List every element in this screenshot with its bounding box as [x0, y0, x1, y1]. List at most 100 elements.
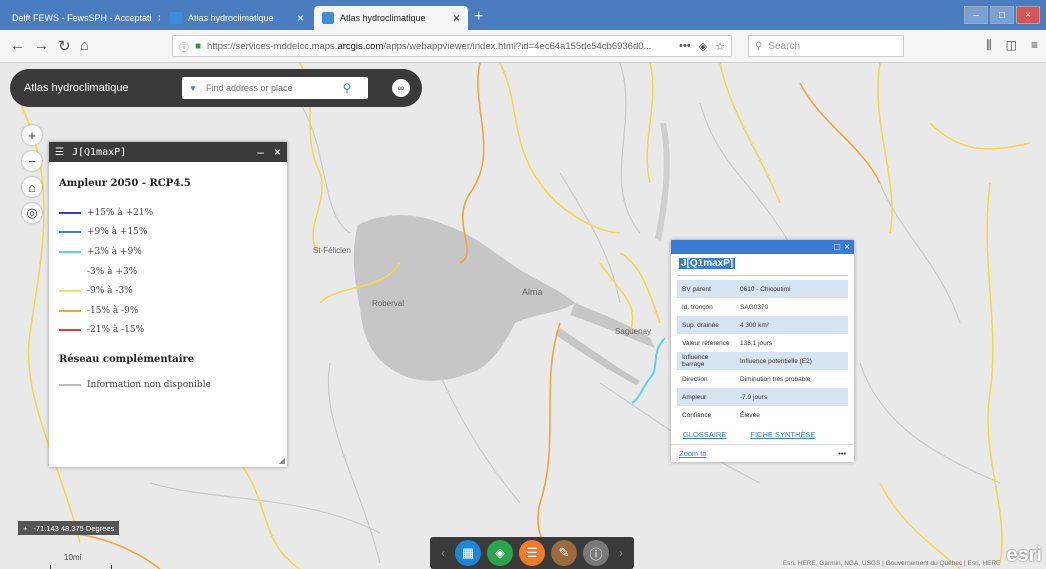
- legend-swatch: [59, 290, 81, 293]
- app-title: Atlas hydroclimatique: [24, 82, 129, 94]
- table-row: Direction Diminution très probable: [677, 370, 848, 388]
- zoom-to-link[interactable]: Zoom to: [679, 449, 707, 458]
- zoom-out-button[interactable]: −: [22, 151, 42, 171]
- resize-handle-icon[interactable]: ◢: [279, 456, 285, 465]
- legend-item: -21% à -15%: [59, 321, 277, 341]
- close-icon[interactable]: ×: [158, 11, 160, 25]
- zoom-in-button[interactable]: +: [22, 125, 42, 145]
- coordinate-toggle-icon[interactable]: +: [23, 524, 27, 533]
- tab-label: Delft FEWS - FewsSPH - Acceptati: [12, 13, 152, 23]
- attribute-name: BV parent: [677, 280, 735, 298]
- close-icon[interactable]: ×: [453, 11, 460, 25]
- table-row: Ampleur -7.9 jours: [677, 388, 848, 406]
- new-tab-icon[interactable]: +: [474, 8, 483, 26]
- browser-titlebar: Delft FEWS - FewsSPH - Acceptati × Atlas…: [0, 0, 1046, 30]
- legend-item: +9% à +15%: [59, 223, 277, 243]
- legend-swatch: [59, 383, 81, 386]
- more-actions-button[interactable]: •••: [838, 449, 846, 458]
- back-icon[interactable]: ←: [10, 37, 25, 54]
- legend-item: Information non disponible: [59, 375, 277, 395]
- tab-label: Atlas hydroclimatique: [340, 13, 426, 23]
- close-icon[interactable]: ×: [297, 11, 304, 25]
- layers-icon[interactable]: ◈: [487, 540, 513, 566]
- legend-item-label: +9% à +15%: [87, 227, 148, 238]
- draw-icon[interactable]: ✎: [551, 540, 577, 566]
- legend-item: -15% à -9%: [59, 301, 277, 321]
- maximize-icon[interactable]: □: [990, 6, 1014, 24]
- search-icon[interactable]: ⚲: [336, 77, 358, 99]
- home-icon[interactable]: ⌂: [80, 37, 89, 54]
- legend-swatch: [59, 231, 81, 234]
- attribute-value: 4 300 km²: [735, 316, 848, 334]
- legend-item-label: -3% à +3%: [87, 266, 138, 277]
- minimize-panel-icon[interactable]: –: [257, 145, 264, 159]
- tab-delft-fews[interactable]: Delft FEWS - FewsSPH - Acceptati ×: [4, 6, 160, 30]
- pocket-icon[interactable]: ◈: [699, 40, 707, 53]
- info-icon[interactable]: ⓘ: [179, 39, 189, 54]
- legend-item: -9% à -3%: [59, 281, 277, 301]
- attribution-text: Esri, HERE, Garmin, NGA, USGS | Gouverne…: [782, 560, 1001, 567]
- legend-icon[interactable]: ☰: [519, 540, 545, 566]
- legend-swatch: [59, 309, 81, 312]
- link-icon[interactable]: ∞: [392, 79, 410, 97]
- legend-swatch: [59, 250, 81, 253]
- widget-grid-icon[interactable]: ▦: [455, 540, 481, 566]
- fiche-synthese-link[interactable]: FICHE SYNTHÈSE: [750, 430, 815, 439]
- library-icon[interactable]: ⫼: [986, 38, 992, 53]
- attribute-table: BV parent 0610 - Chicoutimi Id. tronçon SAG…: [677, 280, 848, 424]
- tab-label: Atlas hydroclimatique: [188, 13, 274, 23]
- url-bar[interactable]: ⓘ ■ https://services-mddelcc.maps.arcgis…: [172, 35, 732, 57]
- attribute-value: -7.9 jours: [735, 388, 848, 406]
- attribute-name: Id. tronçon: [677, 298, 735, 316]
- scale-label: 10mi: [64, 553, 82, 562]
- legend-header[interactable]: ☰ J[Q1maxP] – ×: [49, 142, 287, 162]
- chevron-right-icon[interactable]: ›: [619, 546, 623, 560]
- home-view-icon[interactable]: ⌂: [22, 177, 42, 197]
- table-row: Id. tronçon SAG0370: [677, 298, 848, 316]
- attribute-name: Valeur référence: [677, 334, 735, 352]
- legend-item: -3% à +3%: [59, 262, 277, 282]
- browser-search-field[interactable]: ⚲ Search: [748, 35, 904, 57]
- attribute-value: Diminution très probable: [735, 370, 848, 388]
- attribute-value: 138.1 jours: [735, 334, 848, 352]
- map-label-alma: Alma: [522, 287, 543, 297]
- globe-icon: [170, 12, 182, 24]
- legend-swatch: [59, 211, 81, 214]
- tab-atlas-active[interactable]: Atlas hydroclimatique ×: [314, 6, 468, 30]
- legend-item-label: -15% à -9%: [87, 305, 139, 316]
- forward-icon[interactable]: →: [34, 37, 49, 54]
- page-actions-icon[interactable]: •••: [679, 40, 691, 53]
- maximize-popup-icon[interactable]: □: [834, 242, 840, 253]
- info-icon[interactable]: ⓘ: [583, 540, 609, 566]
- attribute-name: Influence barrage: [677, 352, 735, 370]
- glossaire-link[interactable]: GLOSSAIRE: [683, 430, 726, 439]
- attribute-name: Direction: [677, 370, 735, 388]
- dropdown-icon[interactable]: ▼: [182, 84, 204, 93]
- scale-bar: [50, 565, 112, 569]
- sidebar-icon[interactable]: ◫: [1006, 38, 1017, 53]
- tab-atlas-1[interactable]: Atlas hydroclimatique ×: [162, 6, 312, 30]
- window-controls: – □ ×: [964, 6, 1040, 24]
- close-panel-icon[interactable]: ×: [274, 145, 281, 159]
- reload-icon[interactable]: ↻: [58, 37, 71, 55]
- minimize-icon[interactable]: –: [964, 6, 988, 24]
- chevron-left-icon[interactable]: ‹: [441, 546, 445, 560]
- legend-item-label: -21% à -15%: [87, 325, 145, 336]
- map-label-roberval: Roberval: [372, 299, 405, 308]
- table-row: Sup. drainée 4 300 km²: [677, 316, 848, 334]
- my-location-icon[interactable]: ◎: [22, 203, 42, 223]
- legend-swatch: [59, 270, 81, 273]
- legend-items: +15% à +21% +9% à +15% +3% à +9% -3% à +3% -…: [59, 203, 277, 340]
- divider: [677, 275, 848, 276]
- close-window-icon[interactable]: ×: [1016, 6, 1040, 24]
- legend-header-title: J[Q1maxP]: [71, 146, 127, 158]
- app-header: Atlas hydroclimatique ▼ ⚲ ∞: [10, 69, 422, 107]
- bookmark-star-icon[interactable]: ☆: [715, 40, 725, 53]
- feature-popup: □ × J[Q1maxP] BV parent 0610 - Chicoutimi…: [671, 240, 854, 462]
- popup-title: J[Q1maxP]: [679, 258, 736, 269]
- menu-icon[interactable]: ≡: [1031, 38, 1038, 53]
- find-address-input[interactable]: [204, 82, 336, 94]
- lock-icon: ■: [195, 40, 202, 52]
- map-view[interactable]: St-Félicien Roberval Alma Saguenay Atlas…: [0, 63, 1046, 569]
- close-popup-icon[interactable]: ×: [844, 242, 850, 253]
